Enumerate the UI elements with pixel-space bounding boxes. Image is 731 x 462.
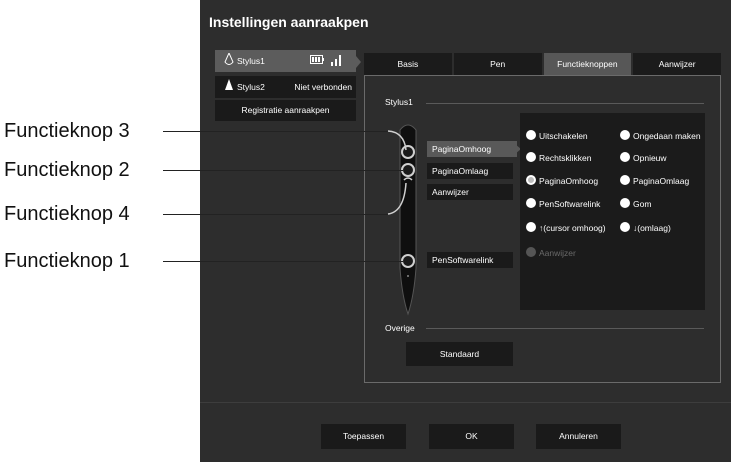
leader-connectors: [387, 130, 407, 215]
